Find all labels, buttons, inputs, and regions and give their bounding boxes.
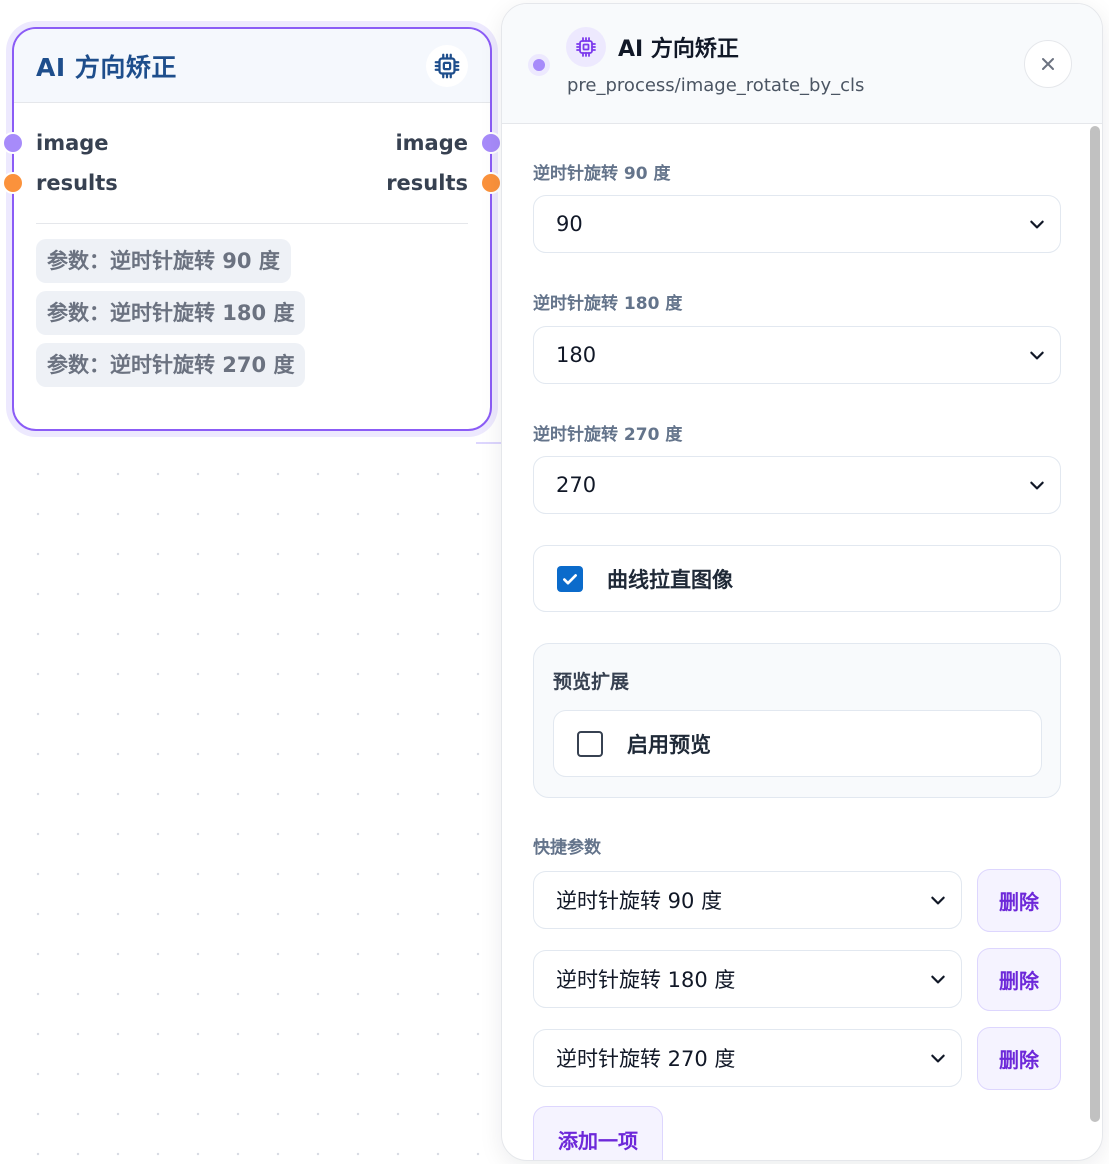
close-button[interactable]	[1024, 40, 1072, 88]
connection-edge	[476, 442, 504, 444]
cpu-chip-icon	[426, 44, 468, 87]
panel-scrollbar[interactable]	[1090, 126, 1100, 1122]
quick-param-select[interactable]: 逆时针旋转 90 度	[533, 871, 962, 929]
preview-extension-title: 预览扩展	[553, 671, 630, 693]
node-header: AI 方向矫正	[14, 29, 490, 103]
select-value: 逆时针旋转 180 度	[556, 968, 736, 992]
curve-straighten-option: 曲线拉直图像	[533, 545, 1061, 612]
status-dot	[528, 54, 550, 76]
properties-panel: AI 方向矫正 pre_process/image_rotate_by_cls …	[501, 3, 1103, 1161]
delete-button[interactable]: 删除	[977, 1027, 1061, 1090]
chevron-down-icon	[1030, 351, 1044, 360]
chevron-down-icon	[931, 896, 945, 905]
panel-header: AI 方向矫正 pre_process/image_rotate_by_cls	[502, 4, 1102, 124]
param-chip: 参数：逆时针旋转 180 度	[36, 291, 306, 335]
select-value: 逆时针旋转 90 度	[556, 889, 723, 913]
panel-title: AI 方向矫正	[618, 37, 739, 62]
panel-subtitle: pre_process/image_rotate_by_cls	[567, 75, 865, 96]
select-value: 90	[556, 212, 583, 236]
curve-straighten-checkbox[interactable]	[557, 565, 583, 592]
param-chip: 参数：逆时针旋转 270 度	[36, 343, 306, 387]
node-title: AI 方向矫正	[36, 52, 177, 82]
node-card[interactable]: AI 方向矫正 image image results results 参数：逆…	[2, 27, 502, 431]
preview-extension-group: 预览扩展 启用预览	[533, 643, 1061, 798]
delete-button[interactable]: 删除	[977, 869, 1061, 932]
chevron-down-icon	[1030, 481, 1044, 490]
port-row-results: results results	[2, 168, 502, 198]
param-chip: 参数：逆时针旋转 90 度	[36, 239, 291, 283]
output-port-image[interactable]	[480, 132, 502, 154]
chevron-down-icon	[1030, 220, 1044, 229]
field-label-rotate-270: 逆时针旋转 270 度	[533, 425, 683, 445]
quick-param-select[interactable]: 逆时针旋转 270 度	[533, 1029, 962, 1087]
close-icon	[1042, 58, 1054, 70]
field-label-rotate-90: 逆时针旋转 90 度	[533, 164, 671, 184]
select-value: 270	[556, 473, 597, 497]
select-value: 逆时针旋转 270 度	[556, 1047, 736, 1071]
field-label-rotate-180: 逆时针旋转 180 度	[533, 294, 683, 314]
chevron-down-icon	[931, 975, 945, 984]
input-label-image: image	[36, 131, 109, 155]
port-row-image: image image	[2, 128, 502, 158]
quick-param-select[interactable]: 逆时针旋转 180 度	[533, 950, 962, 1008]
output-port-results[interactable]	[480, 172, 502, 194]
checkmark-icon	[563, 573, 577, 585]
output-label-image: image	[395, 131, 468, 155]
select-value: 180	[556, 343, 597, 367]
rotate-270-select[interactable]: 270	[533, 456, 1061, 514]
input-port-results[interactable]	[2, 172, 24, 194]
delete-button[interactable]: 删除	[977, 948, 1061, 1011]
add-item-button[interactable]: 添加一项	[533, 1106, 663, 1160]
rotate-180-select[interactable]: 180	[533, 326, 1061, 384]
input-port-image[interactable]	[2, 132, 24, 154]
curve-straighten-label: 曲线拉直图像	[607, 567, 733, 592]
enable-preview-option: 启用预览	[553, 710, 1042, 777]
cpu-chip-icon	[566, 27, 606, 67]
output-label-results: results	[386, 171, 468, 195]
input-label-results: results	[36, 171, 118, 195]
node-divider	[36, 223, 468, 224]
enable-preview-checkbox[interactable]	[577, 730, 603, 757]
enable-preview-label: 启用预览	[627, 732, 711, 757]
rotate-90-select[interactable]: 90	[533, 195, 1061, 253]
chevron-down-icon	[931, 1054, 945, 1063]
quick-params-label: 快捷参数	[533, 838, 601, 858]
